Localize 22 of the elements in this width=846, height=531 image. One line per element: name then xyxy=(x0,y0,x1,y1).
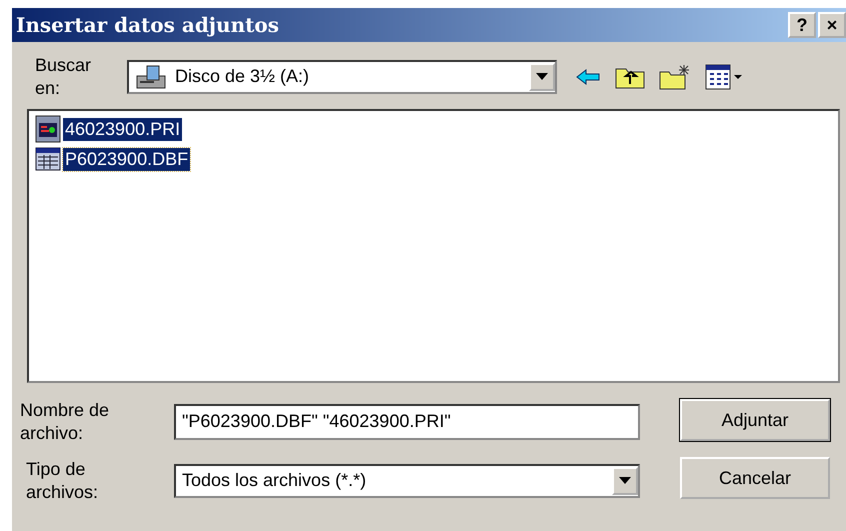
table-icon xyxy=(35,147,61,171)
file-name-label: Nombre de archivo: xyxy=(20,399,110,444)
dropdown-button[interactable] xyxy=(612,466,638,494)
file-name-field[interactable]: "P6023900.DBF" "46023900.PRI" xyxy=(174,404,640,440)
attach-button[interactable]: Adjuntar xyxy=(680,399,830,441)
file-icon xyxy=(35,115,61,143)
cancel-button[interactable]: Cancelar xyxy=(680,457,830,499)
view-menu-icon[interactable] xyxy=(705,64,743,90)
file-type-dropdown[interactable]: Todos los archivos (*.*) xyxy=(174,464,640,498)
back-arrow-icon[interactable] xyxy=(575,68,601,86)
dropdown-button[interactable] xyxy=(529,62,555,90)
file-item[interactable]: 46023900.PRI xyxy=(63,118,182,140)
file-item[interactable]: P6023900.DBF xyxy=(63,148,190,170)
look-in-dropdown[interactable]: Disco de 3½ (A:) xyxy=(127,60,557,94)
file-type-label: Tipo de archivos: xyxy=(26,458,100,503)
new-folder-icon[interactable] xyxy=(659,64,691,90)
window-title: Insertar datos adjuntos xyxy=(16,13,279,37)
caret-icon xyxy=(536,72,548,80)
help-button[interactable]: ? xyxy=(788,12,816,38)
look-in-label: Buscar en: xyxy=(35,54,92,99)
close-button[interactable]: × xyxy=(818,12,846,38)
caret-icon xyxy=(619,476,631,484)
